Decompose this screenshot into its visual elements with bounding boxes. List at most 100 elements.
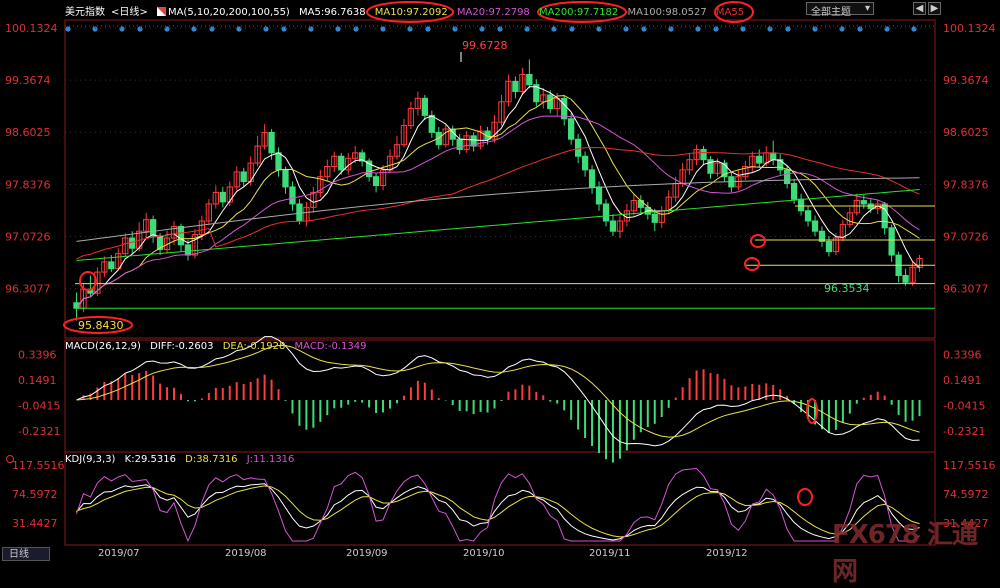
candle-body: [296, 203, 303, 222]
event-dot: [164, 26, 170, 32]
period-tab[interactable]: 日线: [2, 547, 50, 561]
candle-body: [825, 240, 833, 253]
event-dot: [596, 26, 602, 32]
price-tick-left: 97.8376: [5, 178, 51, 191]
event-dot: [425, 26, 431, 32]
prev-button[interactable]: ◀: [913, 2, 926, 15]
candle-body: [609, 220, 617, 232]
macd-tick-right: -0.0415: [943, 400, 985, 413]
price-tick-left: 97.0726: [5, 230, 51, 243]
price-tick-left: 99.3674: [5, 74, 51, 87]
macd-dea-line: [76, 344, 920, 438]
macd-tick-right: 0.1491: [943, 374, 982, 387]
kdj-d-line: [76, 485, 920, 538]
candlestick-series: [73, 59, 923, 321]
candle-body: [888, 227, 895, 256]
macd-value: MACD:-0.1349: [294, 341, 367, 352]
candle-body: [790, 183, 798, 200]
low-label: 95.8430: [78, 319, 124, 332]
macd-tick-right: -0.2321: [943, 425, 985, 438]
date-label: 2019/11: [589, 548, 631, 559]
symbol-title: 美元指数: [65, 7, 105, 18]
price-tick-left: 96.3077: [5, 283, 51, 296]
annotation-circle: [750, 234, 766, 248]
kdj-d: D:38.7316: [185, 454, 238, 465]
macd-diff-line: [76, 336, 920, 447]
event-dot: [497, 26, 503, 32]
event-dot: [641, 26, 647, 32]
event-dot: [668, 26, 674, 32]
candle-body: [602, 203, 610, 222]
ma20-value: MA20:97.2798: [456, 7, 530, 18]
kdj-k: K:29.5316: [124, 454, 176, 465]
macd-tick-left: 0.1491: [18, 374, 57, 387]
candle-body: [268, 131, 275, 154]
event-dot: [308, 26, 314, 32]
ma5-value: MA5:96.7638: [299, 7, 366, 18]
candle-body: [902, 274, 909, 283]
event-dot: [551, 26, 557, 32]
macd-name: MACD(26,12,9): [65, 341, 141, 352]
annotation-circle: [744, 257, 760, 271]
macd-tick-left: -0.2321: [18, 425, 60, 438]
kdj-panel-border: [64, 451, 936, 546]
macd-header: MACD(26,12,9) DIFF:-0.2603 DEA:-0.1928 M…: [65, 341, 372, 352]
period-label: <日线>: [111, 7, 148, 18]
event-dot: [92, 26, 98, 32]
candle-body: [783, 169, 791, 185]
event-dot: [407, 26, 413, 32]
kdj-j: J:11.1316: [246, 454, 295, 465]
event-dot: [335, 26, 341, 32]
kdj-tick-left: 74.5972: [12, 488, 58, 501]
candle-body: [651, 213, 658, 223]
price-tick-right: 97.0726: [943, 230, 989, 243]
event-dot: [263, 26, 269, 32]
theme-dropdown[interactable]: 全部主题 ▾: [806, 2, 874, 18]
event-dot: [857, 26, 863, 32]
candle-body: [149, 219, 157, 237]
event-dot: [740, 26, 746, 32]
macd-tick-right: 0.3396: [943, 349, 982, 362]
macd-dea: DEA:-0.1928: [222, 341, 286, 352]
chevron-down-icon: ▾: [864, 3, 870, 14]
candle-body: [372, 176, 380, 187]
date-label: 2019/07: [98, 548, 140, 559]
ma55-value: MA55: [715, 7, 745, 18]
kdj-tick-left: 31.4427: [12, 517, 58, 530]
macd-panel: [76, 336, 921, 463]
event-dot: [785, 26, 791, 32]
price-tick-left: 98.6025: [5, 126, 51, 139]
kdj-marker-icon[interactable]: [6, 455, 14, 463]
candle-body: [756, 155, 763, 164]
candle-body: [282, 169, 289, 188]
event-dot: [767, 26, 773, 32]
macd-panel-border: [64, 339, 936, 453]
ma200-value: MA200:97.7182: [538, 7, 619, 18]
candle-body: [177, 225, 185, 246]
kdj-panel: [76, 467, 920, 543]
candle-body: [184, 244, 192, 256]
candle-body: [588, 169, 596, 188]
ma-params: MA(5,10,20,200,100,55): [167, 7, 290, 18]
candle-body: [108, 261, 115, 270]
date-label: 2019/09: [346, 548, 388, 559]
event-dot: [884, 26, 890, 32]
candle-body: [797, 198, 805, 212]
event-dot: [137, 26, 143, 32]
theme-dropdown-label: 全部主题: [811, 7, 851, 18]
price-tick-right: 96.3077: [943, 283, 989, 296]
event-dot: [479, 26, 485, 32]
high-label: 99.6728: [462, 39, 508, 52]
event-dot: [119, 26, 125, 32]
candle-body: [700, 148, 707, 161]
event-dot: [65, 26, 71, 32]
candle-body: [456, 138, 463, 150]
kdj-tick-left: 117.5516: [12, 459, 65, 472]
kdj-header: KDJ(9,3,3) K:29.5316 D:38.7316 J:11.1316: [65, 454, 300, 465]
event-dot: [380, 26, 386, 32]
macd-tick-left: 0.3396: [18, 349, 57, 362]
event-dot: [839, 26, 845, 32]
chart-frame: [64, 19, 936, 546]
next-button[interactable]: ▶: [928, 2, 941, 15]
candle-body: [881, 203, 888, 229]
